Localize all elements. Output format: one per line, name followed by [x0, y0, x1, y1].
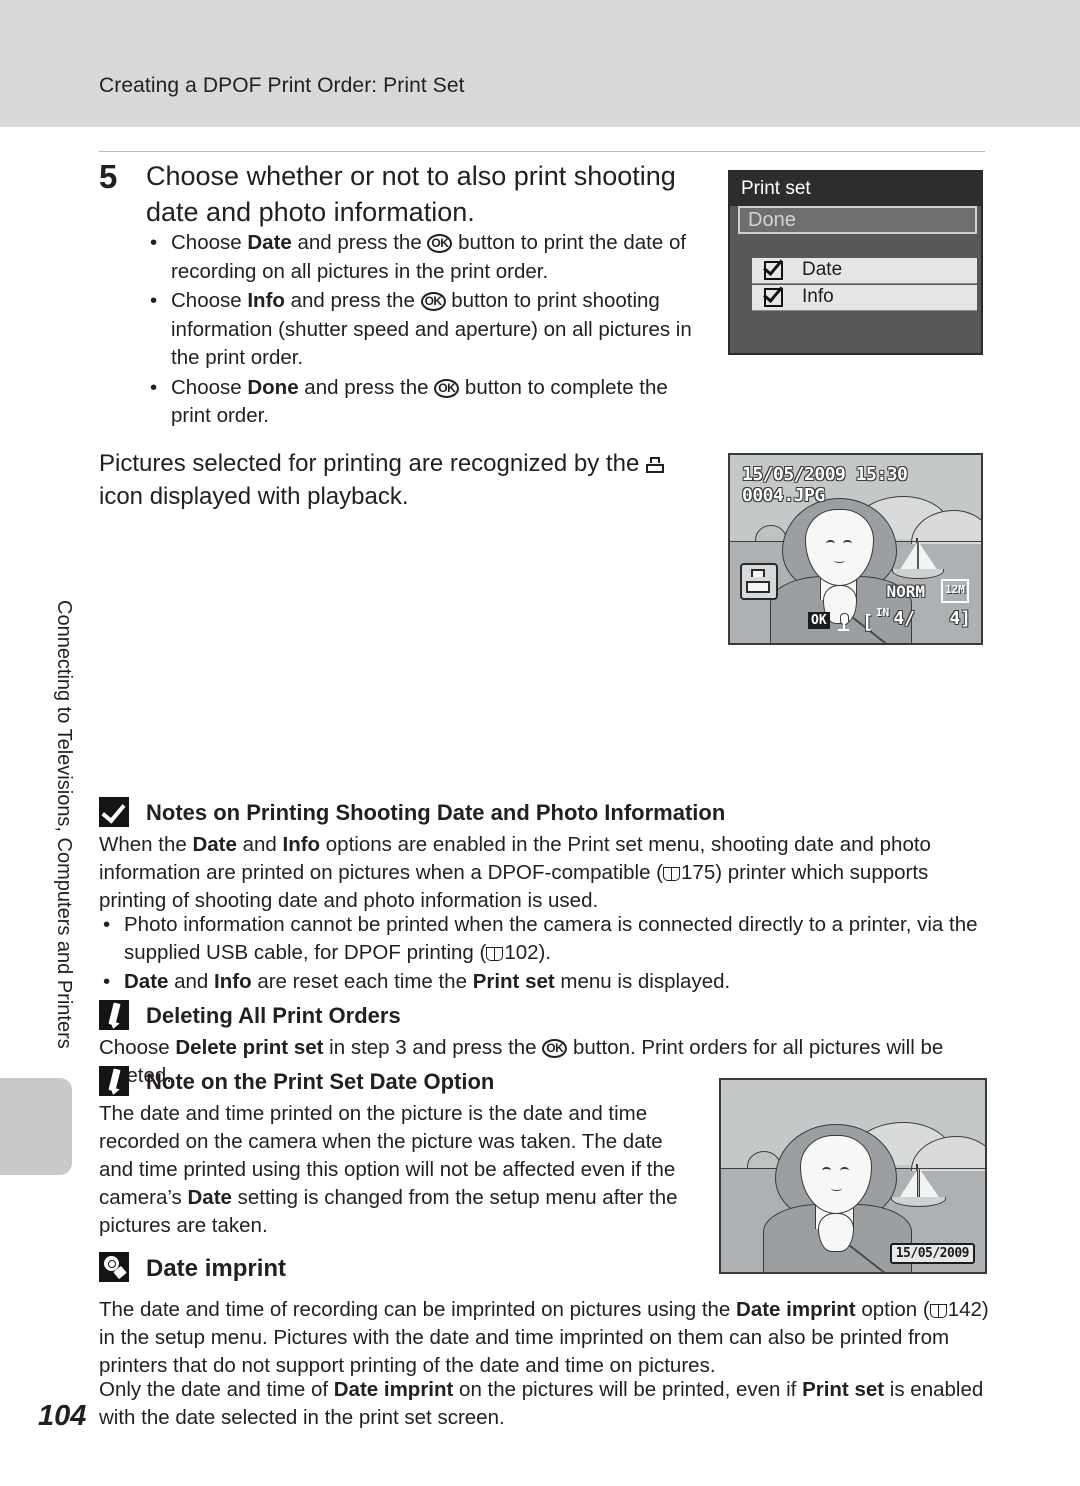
list-item: • Choose Done and press the OK button to… — [150, 375, 668, 428]
playback-frame-total: 4] — [949, 608, 971, 629]
page-reference-icon — [663, 867, 681, 881]
running-header-band — [0, 0, 1080, 127]
page-reference-icon — [929, 1304, 947, 1318]
playback-screen: 15/05/2009 15:30 0004.JPG NORM 12M 4/ 4]… — [728, 453, 983, 645]
print-order-badge-icon — [740, 563, 778, 600]
pencil-tip — [108, 1086, 120, 1097]
header-rule — [99, 151, 985, 152]
note-bullets-printing: • Photo information cannot be printed wh… — [99, 911, 989, 997]
bullet-dot: • — [150, 231, 158, 254]
page-title: Creating a DPOF Print Order: Print Set — [99, 74, 465, 97]
list-item: • Choose Info and press the OK button to… — [150, 289, 692, 369]
note-heading-printing: Notes on Printing Shooting Date and Phot… — [146, 800, 726, 825]
menu-item-done-label: Done — [748, 209, 796, 231]
bulb-filament — [108, 1260, 116, 1268]
internal-memory-bracket-icon: [ — [862, 611, 874, 633]
playback-date-time: 15/05/2009 15:30 — [742, 464, 908, 485]
menu-item-info[interactable]: Info — [752, 285, 977, 311]
menu-item-date-label: Date — [802, 259, 843, 280]
caution-check-icon — [99, 797, 129, 827]
person-eye — [822, 1166, 832, 1174]
page-reference-number: 142 — [947, 1298, 982, 1321]
note-heading-date-option: Note on the Print Set Date Option — [146, 1069, 495, 1094]
note-body-date-imprint-1: The date and time of recording can be im… — [99, 1298, 989, 1377]
playback-icon-paragraph: Pictures selected for printing are recog… — [99, 447, 699, 513]
bullet-dot: • — [103, 913, 111, 936]
chapter-tab-label: Connecting to Televisions, Computers and… — [53, 600, 75, 1049]
checkbox-checked-icon[interactable] — [764, 288, 783, 307]
step-title: Choose whether or not to also print shoo… — [146, 161, 676, 227]
playback-filename: 0004.JPG — [742, 485, 825, 506]
note-body-printing: When the Date and Info options are enabl… — [99, 833, 931, 912]
mic-capsule — [840, 613, 849, 625]
page-number: 104 — [38, 1400, 87, 1432]
pencil-note-icon — [99, 1000, 129, 1031]
boat-sail — [918, 1168, 942, 1201]
list-item: • Date and Info are reset each time the … — [99, 968, 989, 996]
date-imprint-stamp: 15/05/2009 — [889, 1243, 975, 1264]
pencil-tip — [108, 1020, 120, 1031]
internal-memory-label: IN — [876, 606, 890, 619]
note-heading-date-imprint: Date imprint — [146, 1255, 287, 1282]
ok-button-icon: OK — [434, 378, 460, 398]
playback-quality: NORM — [886, 582, 925, 601]
step-number: 5 — [99, 158, 118, 195]
playback-frame-current: 4/ — [893, 608, 915, 629]
bullet-dot: • — [103, 970, 111, 993]
chapter-tab-marker — [0, 1078, 72, 1175]
print-set-titlebar: Print set — [730, 172, 981, 206]
tip-bulb-icon — [99, 1252, 129, 1282]
step-bullet-list: • Choose Date and press the OK button to… — [146, 229, 706, 432]
bullet-dot: • — [150, 289, 158, 312]
checkbox-checked-icon[interactable] — [764, 261, 783, 280]
mic-base — [838, 629, 849, 631]
print-badge-top — [751, 569, 765, 577]
page-reference-number: 102 — [504, 941, 539, 964]
person-eye — [839, 1166, 849, 1174]
menu-item-info-label: Info — [802, 286, 834, 307]
person-mouth — [830, 1185, 842, 1191]
date-imprint-screen: 15/05/2009 — [719, 1078, 987, 1274]
bullet-dot: • — [150, 375, 158, 399]
microphone-icon — [838, 613, 849, 631]
menu-item-done[interactable]: Done — [738, 206, 977, 234]
print-order-icon — [645, 457, 664, 473]
playback-ok-hint: OK — [808, 612, 830, 629]
list-item: • Choose Date and press the OK button to… — [150, 231, 687, 283]
list-item: • Photo information cannot be printed wh… — [103, 913, 978, 964]
ok-button-icon: OK — [420, 292, 446, 311]
page-reference-number: 175 — [681, 861, 716, 884]
print-set-screen: Print set Done Date Info — [728, 170, 983, 355]
note-body-date-option: The date and time printed on the picture… — [99, 1102, 678, 1237]
person-eye — [842, 539, 852, 547]
print-set-title: Print set — [741, 178, 811, 199]
menu-item-date[interactable]: Date — [752, 258, 977, 284]
playback-image-size: 12M — [941, 579, 969, 603]
person-mouth — [834, 558, 845, 564]
pencil-note-icon — [99, 1066, 129, 1097]
note-heading-deleting: Deleting All Print Orders — [146, 1003, 401, 1028]
print-badge-body — [746, 581, 770, 593]
person-eye — [826, 539, 835, 547]
note-body-date-imprint-2: Only the date and time of Date imprint o… — [99, 1378, 984, 1429]
ok-button-icon: OK — [427, 234, 453, 253]
ok-button-icon: OK — [542, 1039, 568, 1058]
page-reference-icon — [486, 947, 504, 961]
